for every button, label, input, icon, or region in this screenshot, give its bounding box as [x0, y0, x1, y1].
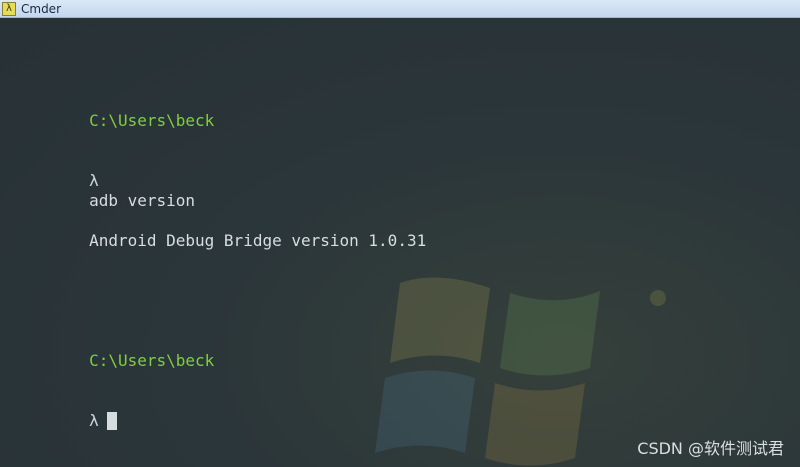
window-title: Cmder — [21, 1, 62, 16]
path-line: C:\Users\beck — [12, 331, 426, 370]
console-area[interactable]: C:\Users\beck λ adb version Android Debu… — [0, 18, 800, 467]
working-directory: C:\Users\beck — [89, 111, 215, 130]
lambda-prompt-icon: λ — [89, 171, 99, 190]
lambda-prompt-icon: λ — [89, 411, 99, 430]
working-directory: C:\Users\beck — [89, 351, 215, 370]
command-line: λ adb version — [12, 151, 426, 210]
lambda-app-icon: λ — [2, 1, 16, 16]
path-line: C:\Users\beck — [12, 91, 426, 130]
console-output: C:\Users\beck λ adb version Android Debu… — [12, 51, 426, 451]
command-output: Android Debug Bridge version 1.0.31 — [89, 231, 427, 250]
command-text: adb version — [89, 191, 196, 210]
active-prompt-line[interactable]: λ — [12, 391, 426, 430]
cmder-window: λ Cmder C:\Users\beck λ adb version Andr… — [0, 0, 800, 467]
output-line: Android Debug Bridge version 1.0.31 — [12, 211, 426, 250]
text-cursor[interactable] — [106, 412, 117, 430]
csdn-watermark: CSDN @软件测试君 — [637, 439, 784, 458]
title-bar[interactable]: λ Cmder — [0, 0, 800, 18]
